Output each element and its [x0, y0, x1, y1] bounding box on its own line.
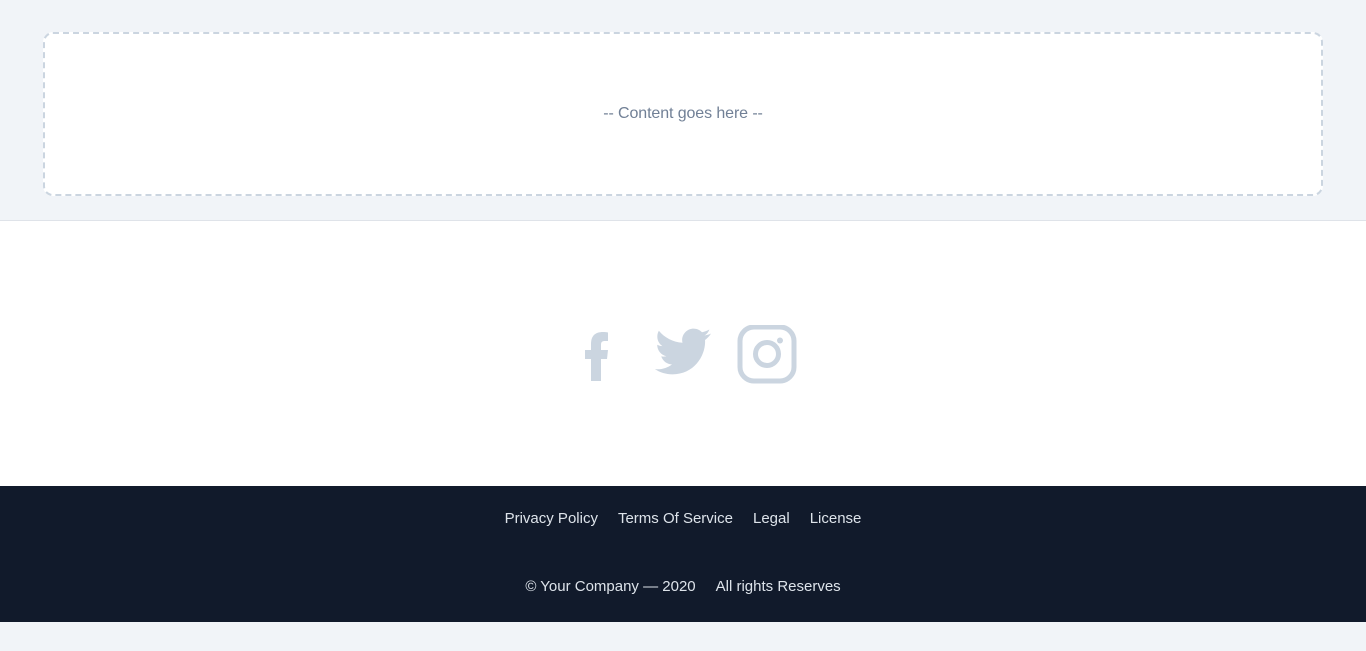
- license-link[interactable]: License: [810, 510, 862, 527]
- bottom-strip: [0, 622, 1366, 651]
- instagram-link[interactable]: [735, 325, 799, 385]
- content-placeholder-box: -- Content goes here --: [43, 32, 1323, 196]
- rights-text: All rights Reserves: [715, 578, 841, 595]
- copyright-text: © Your Company — 2020: [525, 578, 696, 595]
- footer-nav: Privacy Policy Terms Of Service Legal Li…: [0, 510, 1366, 527]
- footer: Privacy Policy Terms Of Service Legal Li…: [0, 486, 1366, 622]
- terms-of-service-link[interactable]: Terms Of Service: [618, 510, 733, 527]
- footer-bottom: © Your Company — 2020 All rights Reserve…: [0, 578, 1366, 595]
- content-placeholder-text: -- Content goes here --: [603, 105, 763, 122]
- legal-link[interactable]: Legal: [753, 510, 790, 527]
- content-section: -- Content goes here --: [0, 0, 1366, 221]
- twitter-link[interactable]: [651, 325, 715, 385]
- privacy-policy-link[interactable]: Privacy Policy: [505, 510, 598, 527]
- social-icons: [0, 325, 1366, 385]
- facebook-icon: [585, 332, 608, 381]
- social-section: [0, 221, 1366, 486]
- facebook-link[interactable]: [567, 325, 631, 385]
- instagram-icon: [737, 325, 797, 384]
- twitter-icon: [654, 328, 712, 375]
